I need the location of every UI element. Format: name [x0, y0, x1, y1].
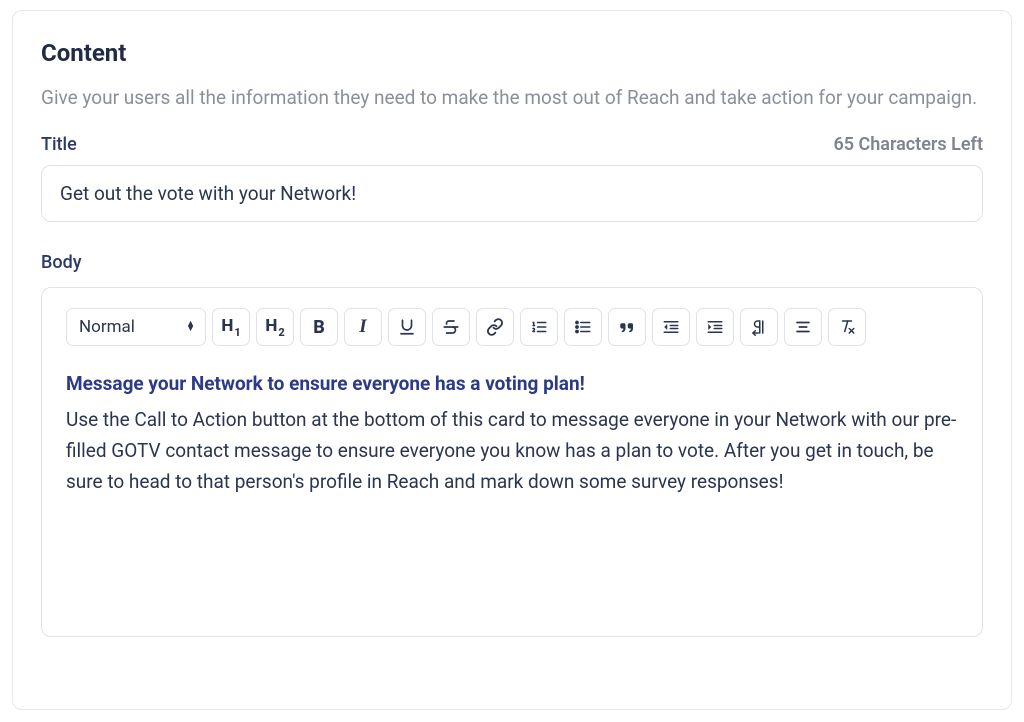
- h2-icon: H2: [265, 316, 284, 338]
- ordered-list-button[interactable]: [520, 308, 558, 346]
- editor-toolbar: Normal ▲▼ H1 H2 B I: [66, 308, 958, 346]
- link-button[interactable]: [476, 308, 514, 346]
- heading2-button[interactable]: H2: [256, 308, 294, 346]
- h1-icon: H1: [221, 316, 240, 338]
- unordered-list-icon: [574, 318, 592, 336]
- format-select-value: Normal: [79, 317, 135, 337]
- select-caret-icon: ▲▼: [186, 322, 195, 332]
- editor-content-area[interactable]: Message your Network to ensure everyone …: [66, 368, 958, 497]
- heading1-button[interactable]: H1: [212, 308, 250, 346]
- body-paragraph: Use the Call to Action button at the bot…: [66, 404, 958, 498]
- clear-format-icon: [837, 318, 857, 336]
- format-select[interactable]: Normal ▲▼: [66, 308, 206, 346]
- underline-icon: [398, 318, 416, 336]
- indent-icon: [706, 318, 724, 336]
- underline-button[interactable]: [388, 308, 426, 346]
- title-input[interactable]: [41, 165, 983, 222]
- title-chars-left: 65 Characters Left: [833, 134, 983, 155]
- body-editor: Normal ▲▼ H1 H2 B I: [41, 287, 983, 637]
- text-direction-button[interactable]: [740, 308, 778, 346]
- indent-button[interactable]: [696, 308, 734, 346]
- italic-button[interactable]: I: [344, 308, 382, 346]
- outdent-button[interactable]: [652, 308, 690, 346]
- italic-icon: I: [359, 316, 366, 338]
- outdent-icon: [662, 318, 680, 336]
- unordered-list-button[interactable]: [564, 308, 602, 346]
- link-icon: [486, 318, 504, 336]
- bold-icon: B: [313, 317, 325, 338]
- body-label: Body: [41, 252, 983, 273]
- content-panel: Content Give your users all the informat…: [12, 10, 1012, 710]
- align-button[interactable]: [784, 308, 822, 346]
- blockquote-button[interactable]: [608, 308, 646, 346]
- strikethrough-icon: [442, 318, 460, 336]
- clear-format-button[interactable]: [828, 308, 866, 346]
- section-description: Give your users all the information they…: [41, 83, 983, 112]
- title-field-row: Title 65 Characters Left: [41, 134, 983, 155]
- align-icon: [794, 318, 812, 336]
- strikethrough-button[interactable]: [432, 308, 470, 346]
- text-direction-icon: [750, 318, 768, 336]
- body-headline: Message your Network to ensure everyone …: [66, 368, 958, 399]
- bold-button[interactable]: B: [300, 308, 338, 346]
- ordered-list-icon: [530, 318, 548, 336]
- title-label: Title: [41, 134, 77, 155]
- quote-icon: [618, 318, 636, 336]
- section-heading: Content: [41, 39, 983, 67]
